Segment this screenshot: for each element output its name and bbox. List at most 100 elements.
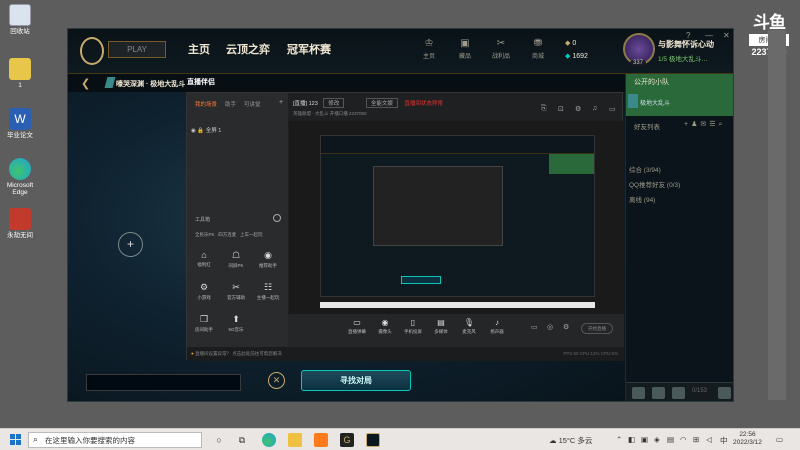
tool-sub-item[interactable]: 全民乐PK [195,232,215,237]
gear-icon[interactable]: ⚙ [563,323,569,331]
tool-item-minigame[interactable]: ⚙ 小游戏 [189,282,219,301]
tool-item-official[interactable]: ✂ 官方辅助 [221,282,251,301]
bell-icon[interactable]: ♫ [592,105,597,112]
bottom-item-media[interactable]: ▤ 多媒体 [428,318,454,335]
share-icon[interactable]: ⎘ [541,105,547,113]
start-live-button[interactable]: 开始直播 [581,323,613,334]
tab-assistant[interactable]: 助手 [225,102,236,108]
tray-overflow-icon[interactable]: ⌃ [616,435,622,444]
chat-icon[interactable] [632,387,645,399]
status-warning: 直播间状态异常 [404,101,443,107]
top-icon-store[interactable]: ⛃ 商城 [526,38,550,60]
bottom-item-label: 多媒体 [434,329,448,334]
status-warning-text[interactable]: 直播间设置异常？ 点击此处前往可帮您解决 [195,351,282,356]
network-tray-icon[interactable]: ▤ [667,435,674,444]
panel-icon[interactable]: ▭ [609,105,616,113]
tab-classroom[interactable]: 可讲堂 [244,102,261,108]
top-icon-collection[interactable]: ▣ 藏品 [453,38,477,60]
notification-icon[interactable]: ▭ [776,435,783,444]
bottom-item-speaker[interactable]: ♪ 扬声器 [484,318,510,335]
preview-taskbar [320,302,595,308]
bottom-item-phone[interactable]: ▯ 手机投屏 [400,318,426,335]
bottom-item-mic[interactable]: 🎙 麦克风 [456,318,482,335]
friend-group-offline[interactable]: 离线 (94) [629,194,655,204]
game-tray-icon[interactable]: ◈ [654,435,660,444]
desktop-icon-naraka[interactable]: 永劫无间 [3,208,37,239]
eye-icon[interactable]: ◉ [191,128,196,134]
stream-preview[interactable] [289,121,624,314]
tool-item-benefits[interactable]: ⌂ 福利红 [189,250,219,268]
eye-icon[interactable]: ◎ [547,323,553,331]
nav-clash[interactable]: 冠军杯赛 [287,41,331,57]
nav-tft[interactable]: 云顶之弈 [226,41,270,57]
help-icon[interactable]: ? [686,31,690,40]
windows-start-icon[interactable] [10,434,22,446]
leave-lobby-button[interactable]: ✕ [268,372,285,389]
tool-item-recommend[interactable]: ◉ 推荐助手 [253,250,283,269]
tool-item-playtogether[interactable]: ☷ 主播一起玩 [253,282,283,301]
tool-item-label: 福利红 [197,262,211,267]
wifi-icon[interactable]: ◠ [680,435,687,444]
tool-sub-item[interactable]: 四方连麦 [218,232,236,237]
desktop-icon-edge[interactable]: Microsoft Edge [3,158,37,196]
bottom-item-camera[interactable]: ◉ 摄像头 [372,318,398,335]
tool-item-room[interactable]: ❒ 房间助手 [189,314,219,333]
douyu-taskbar-icon[interactable] [314,433,328,447]
tool-item-music[interactable]: ⬆ 5G音乐 [221,314,251,333]
desktop-icon-file[interactable]: 1 [3,58,37,89]
help-icon[interactable] [718,387,731,399]
bottom-item-danmu[interactable]: ▭ 直播弹幕 [344,318,370,335]
edge-taskbar-icon[interactable] [262,433,276,447]
top-icon-profile[interactable]: ♔ 主页 [417,38,441,60]
lol-taskbar-icon[interactable] [366,433,380,447]
clipboard-icon[interactable] [652,387,665,399]
desktop-icon-recycle-bin[interactable]: 回收站 [3,4,37,35]
weather-widget[interactable]: ☁ 15°C 多云 [549,435,592,446]
friends-toolbar-icons[interactable]: +♟✉☰⌕ [684,120,725,129]
lol-logo-icon[interactable] [80,37,104,65]
add-scene-icon[interactable]: + [279,99,283,106]
app-tray-icon[interactable]: ▣ [641,435,648,444]
friend-group-general[interactable]: 综合 (3/94) [629,164,661,174]
explorer-icon[interactable] [288,433,302,447]
category-tag[interactable]: 全能文娱 [365,98,398,108]
invite-plus-button[interactable]: + [118,232,143,257]
side-panel [768,30,786,400]
volume-icon[interactable]: ◁ [706,435,712,444]
toggle-icon[interactable] [273,214,281,222]
ime-indicator[interactable]: 中 [720,435,728,446]
bottom-item-label: 摄像头 [378,329,392,334]
friend-group-qq[interactable]: QQ推荐好友 (0/3) [629,179,680,189]
cortana-icon[interactable]: ○ [212,433,226,447]
party-box[interactable]: 公开的小队 极地大乱斗 [626,74,733,116]
settings-icon[interactable]: ⚙ [575,105,581,113]
task-view-icon[interactable]: ⧉ [235,433,249,447]
mic-icon[interactable] [672,387,685,399]
record-icon[interactable]: ▭ [531,323,538,331]
tool-item-pk[interactable]: ☖ 同屏PK [221,250,251,269]
edit-tag[interactable]: 修改 [323,98,345,108]
desktop-icon-label: 1 [18,82,22,89]
desktop-icon-thesis[interactable]: W 毕业论文 [3,108,37,139]
desktop-icon-label: Microsoft Edge [6,182,34,197]
wegame-icon[interactable]: G [340,433,354,447]
search-icon: ⌕ [33,434,39,444]
app2-tray-icon[interactable]: ⊞ [693,435,699,444]
play-button[interactable]: PLAY [108,41,166,58]
taskbar-search-input[interactable]: ⌕ 在这里输入你要搜索的内容 [28,432,202,448]
minimize-icon[interactable]: — [705,31,713,40]
top-icon-loot[interactable]: ✂ 战利品 [489,38,513,60]
back-arrow-icon[interactable]: ❮ [81,77,90,90]
close-icon[interactable]: ✕ [723,31,730,40]
tab-scenes[interactable]: 我的场景 [195,102,217,108]
lock-icon[interactable]: ⊡ [558,105,564,113]
taskbar-clock[interactable]: 22:56 2022/3/12 [733,431,762,447]
chat-input[interactable] [86,374,241,391]
tool-sub-item[interactable]: 上车一起玩 [240,232,263,237]
nav-home[interactable]: 主页 [188,41,210,57]
find-match-button[interactable]: 寻找对局 [301,370,411,391]
tool-icon: ◉ [264,250,272,260]
wechat-tray-icon[interactable]: ◧ [628,435,635,444]
scene-item[interactable]: ◉ 🔒 全屏 1 [191,126,221,134]
tool-sidebar: 我的场景 助手 可讲堂 + ◉ 🔒 全屏 1 工具箱 全民乐PK 四方连麦 上车一起… [187,93,288,347]
